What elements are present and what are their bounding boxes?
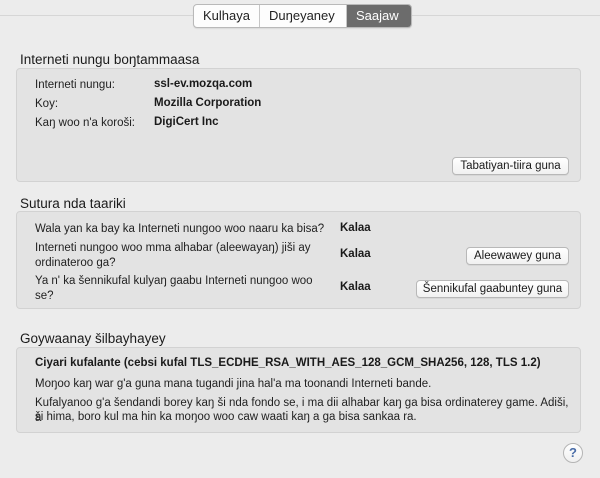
visited-before-label: Wala yan ka bay ka Interneti nungoo woo … — [35, 223, 325, 235]
view-saved-passwords-button[interactable]: Šennikufal gaabuntey guna — [416, 280, 569, 298]
website-label: Interneti nungu: — [35, 79, 115, 91]
saved-passwords-label-line1: Ya n' ka šennikufal kulyaŋ gaabu Interne… — [35, 275, 313, 287]
cookies-value: Kalaa — [340, 248, 371, 260]
website-value: ssl-ev.mozqa.com — [154, 78, 253, 90]
technical-details-title: Goywaanay šilbayhayey — [20, 331, 166, 346]
view-certificate-button[interactable]: Tabatiyan-tiira guna — [452, 157, 569, 175]
visited-before-value: Kalaa — [340, 222, 371, 234]
connection-encrypted-text: Ciyari kufalante (cebsi kufal TLS_ECDHE_… — [35, 357, 541, 369]
saved-passwords-value: Kalaa — [340, 281, 371, 293]
tab-bar: Kulhaya Duŋeyaney Saajaw — [193, 4, 412, 28]
verifier-label: Kaŋ woo n'a koroši: — [35, 117, 136, 129]
owner-label: Koy: — [35, 98, 59, 110]
tab-security[interactable]: Saajaw — [347, 5, 411, 27]
owner-value: Mozilla Corporation — [154, 97, 262, 109]
privacy-history-title: Sutura nda taariki — [20, 196, 126, 211]
saved-passwords-label-line2: se? — [35, 290, 54, 302]
cookies-label: Interneti nungoo woo mma alhabar (aleewa… — [35, 241, 311, 271]
cookies-label-line2: ordinateroo ga? — [35, 257, 116, 269]
saved-passwords-label: Ya n' ka šennikufal kulyaŋ gaabu Interne… — [35, 274, 313, 304]
technical-detail-line1: Moŋoo kaŋ war g'a guna mana tugandi jina… — [35, 378, 432, 390]
website-identity-title: Interneti nungu boŋtammaasa — [20, 52, 200, 67]
tab-general[interactable]: Kulhaya — [194, 5, 260, 27]
help-icon[interactable]: ? — [563, 443, 583, 463]
technical-detail-line2b: ši hima, boro kul ma hin ka moŋoo woo ca… — [35, 411, 417, 423]
cookies-label-line1: Interneti nungoo woo mma alhabar (aleewa… — [35, 242, 311, 254]
verifier-value: DigiCert Inc — [154, 116, 219, 128]
view-cookies-button[interactable]: Aleewawey guna — [466, 247, 569, 265]
tab-media[interactable]: Duŋeyaney — [260, 5, 347, 27]
